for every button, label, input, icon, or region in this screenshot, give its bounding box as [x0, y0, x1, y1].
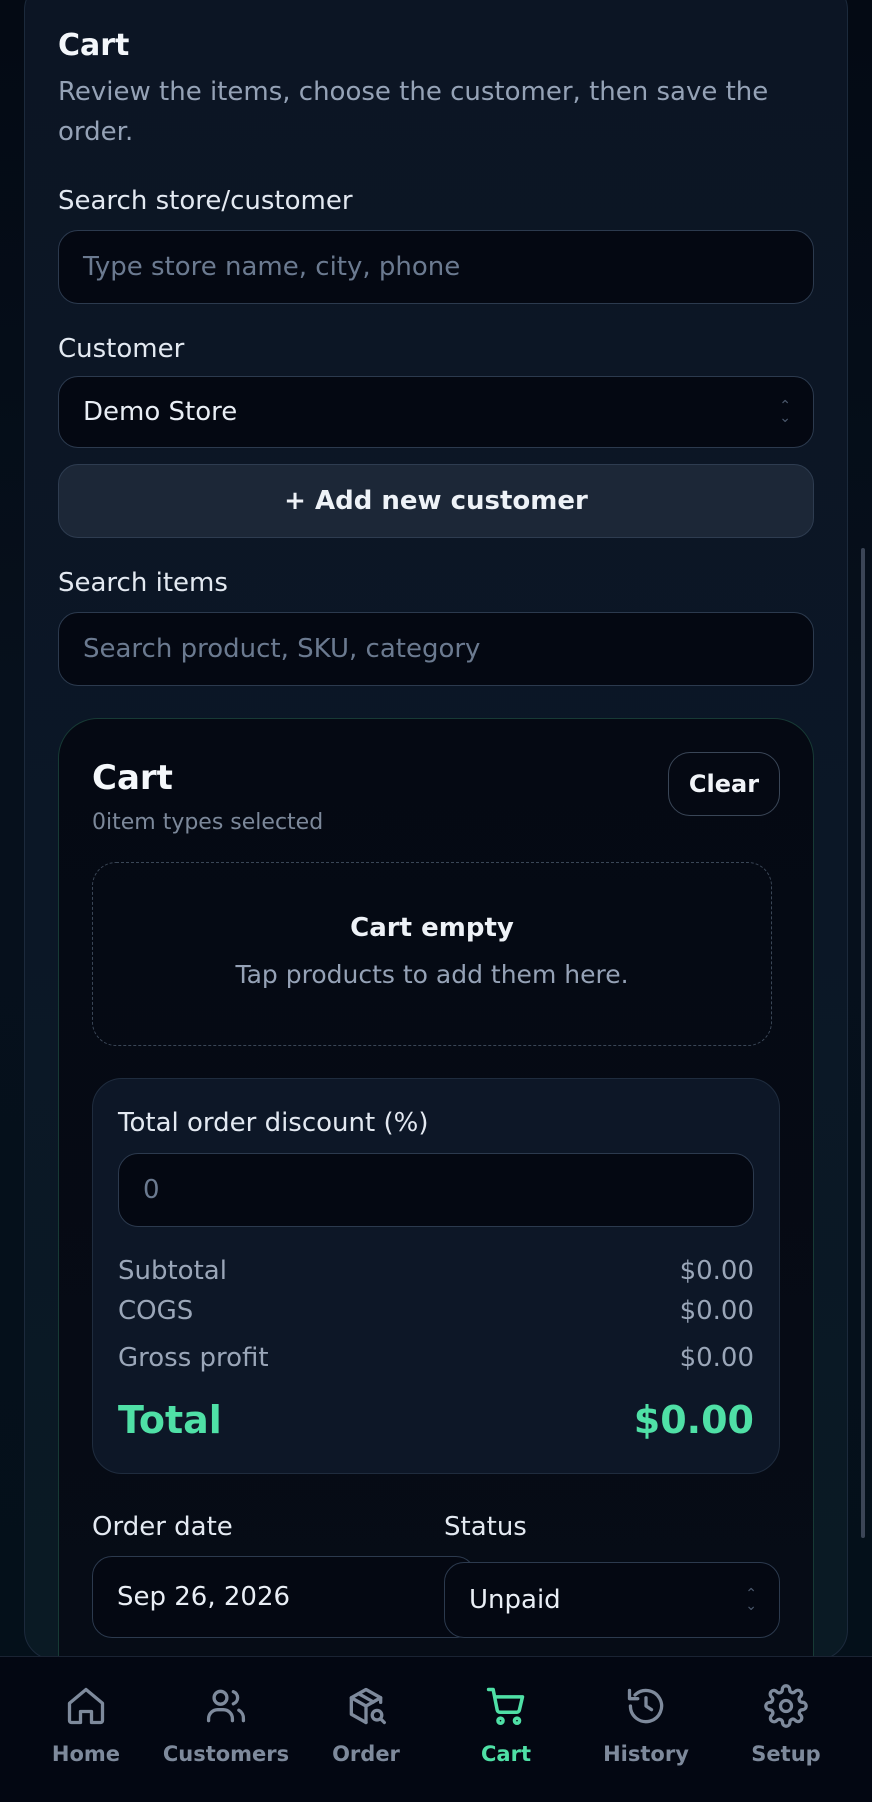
- package-search-icon: [349, 1687, 386, 1725]
- scrollbar[interactable]: [861, 548, 865, 1538]
- nav-label-customers: Customers: [162, 1742, 290, 1766]
- order-date-input[interactable]: Sep 26, 2026: [92, 1556, 476, 1638]
- total-label: Total: [118, 1398, 222, 1442]
- page-subtitle: Review the items, choose the customer, t…: [58, 77, 769, 147]
- gross-profit-label: Gross profit: [118, 1343, 269, 1373]
- nav-item-setup[interactable]: Setup: [716, 1684, 856, 1766]
- order-date-label: Order date: [92, 1512, 233, 1542]
- users-icon: [206, 1689, 246, 1723]
- status-select[interactable]: Unpaid ⌃ ⌄: [444, 1562, 780, 1638]
- page-title: Cart: [58, 28, 130, 63]
- discount-placeholder: 0: [143, 1175, 160, 1205]
- subtotal-label: Subtotal: [118, 1256, 227, 1286]
- home-icon: [67, 1687, 105, 1725]
- cart-icon: [486, 1687, 525, 1725]
- nav-item-cart[interactable]: Cart: [436, 1684, 576, 1766]
- search-items-label: Search items: [58, 568, 228, 598]
- subtotal-value: $0.00: [679, 1256, 754, 1286]
- search-items-input[interactable]: Search product, SKU, category: [58, 612, 814, 686]
- nav-label-setup: Setup: [751, 1742, 821, 1766]
- cart-empty-subtitle: Tap products to add them here.: [235, 960, 629, 989]
- subtotal-row: Subtotal $0.00: [118, 1256, 754, 1286]
- search-items-placeholder: Search product, SKU, category: [83, 634, 481, 664]
- order-date-value: Sep 26, 2026: [117, 1582, 291, 1612]
- gross-profit-value: $0.00: [679, 1343, 754, 1373]
- customer-selected-value: Demo Store: [83, 397, 238, 427]
- cart-empty-title: Cart empty: [350, 913, 514, 943]
- nav-item-home[interactable]: Home: [16, 1684, 156, 1766]
- gear-icon: [764, 1684, 808, 1728]
- status-label: Status: [444, 1512, 527, 1542]
- search-customer-input[interactable]: Type store name, city, phone: [58, 230, 814, 304]
- cogs-label: COGS: [118, 1296, 194, 1326]
- nav-item-order[interactable]: Order: [296, 1684, 436, 1766]
- nav-label-history: History: [603, 1742, 689, 1766]
- search-customer-label: Search store/customer: [58, 186, 353, 216]
- total-row: Total $0.00: [118, 1398, 754, 1442]
- discount-label: Total order discount (%): [118, 1108, 429, 1138]
- nav-item-history[interactable]: History: [576, 1684, 716, 1766]
- nav-label-cart: Cart: [481, 1742, 531, 1766]
- cart-item-count: 0item types selected: [92, 810, 324, 835]
- cogs-row: COGS $0.00: [118, 1296, 754, 1326]
- app-screen: Cart Review the items, choose the custom…: [0, 0, 872, 1802]
- customer-select[interactable]: Demo Store ⌃ ⌄: [58, 376, 814, 448]
- chevron-updown-icon: ⌃ ⌄: [745, 1586, 757, 1614]
- total-value: $0.00: [633, 1398, 754, 1442]
- nav-label-home: Home: [51, 1742, 121, 1766]
- add-customer-button[interactable]: + Add new customer: [58, 464, 814, 538]
- cogs-value: $0.00: [679, 1296, 754, 1326]
- cart-empty-state: [92, 862, 772, 1046]
- status-selected-value: Unpaid: [469, 1585, 561, 1615]
- customer-label: Customer: [58, 334, 185, 364]
- history-icon: [627, 1688, 664, 1724]
- clear-cart-button[interactable]: Clear: [668, 752, 780, 816]
- search-customer-placeholder: Type store name, city, phone: [83, 252, 461, 282]
- nav-item-customers[interactable]: Customers: [156, 1684, 296, 1766]
- nav-label-order: Order: [332, 1742, 400, 1766]
- gross-profit-row: Gross profit $0.00: [118, 1343, 754, 1373]
- cart-title: Cart: [92, 758, 173, 798]
- discount-input[interactable]: 0: [118, 1153, 754, 1227]
- chevron-updown-icon: ⌃ ⌄: [779, 398, 791, 426]
